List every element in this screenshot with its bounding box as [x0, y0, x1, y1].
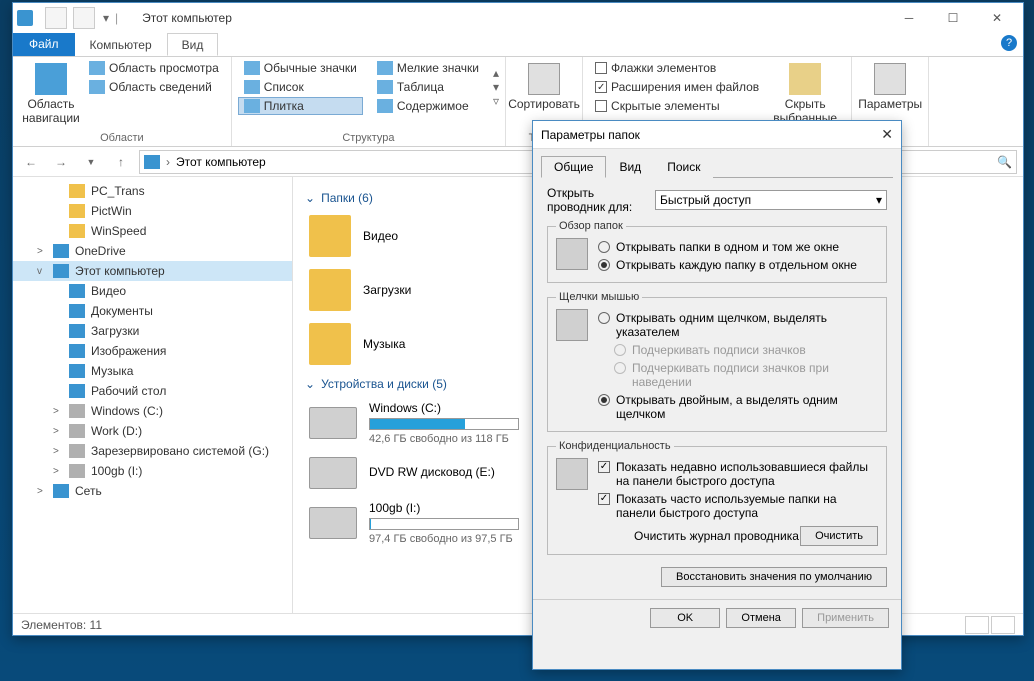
tree-item[interactable]: vЭтот компьютер [13, 261, 292, 281]
qat-btn-1[interactable] [45, 7, 67, 29]
recent-dropdown-icon[interactable]: ▼ [79, 150, 103, 174]
status-text: Элементов: 11 [21, 618, 102, 632]
tree-item[interactable]: >100gb (I:) [13, 461, 292, 481]
tree-item[interactable]: Документы [13, 301, 292, 321]
extensions-toggle[interactable]: Расширения имен файлов [589, 78, 765, 96]
options-button[interactable]: Параметры [858, 59, 922, 115]
check-recent-files[interactable]: Показать недавно использовавшиеся файлы … [594, 458, 878, 490]
layout-list[interactable]: Список [238, 78, 363, 96]
nav-pane-button[interactable]: Область навигации [19, 59, 83, 129]
tree-item[interactable]: WinSpeed [13, 221, 292, 241]
dialog-titlebar: Параметры папок ✕ [533, 121, 901, 149]
qat-dropdown-icon[interactable]: ▾ [103, 11, 109, 25]
details-pane-item[interactable]: Область сведений [83, 78, 225, 96]
restore-defaults-button[interactable]: Восстановить значения по умолчанию [661, 567, 887, 587]
radio-underline-always: Подчеркивать подписи значков [594, 341, 878, 359]
tab-view[interactable]: Вид [167, 33, 219, 56]
minimize-button[interactable]: ─ [887, 4, 931, 32]
privacy-group-icon [556, 458, 588, 490]
layout-scroll-down-icon[interactable]: ▾ [493, 80, 499, 94]
tree-item[interactable]: Загрузки [13, 321, 292, 341]
click-behavior-group: Щелчки мышью Открывать одним щелчком, вы… [547, 291, 887, 432]
folder-options-dialog: Параметры папок ✕ Общие Вид Поиск Открыт… [532, 120, 902, 670]
view-icons-button[interactable] [991, 616, 1015, 634]
titlebar: ▾ | Этот компьютер ─ ☐ ✕ [13, 3, 1023, 33]
hidden-toggle[interactable]: Скрытые элементы [589, 97, 765, 115]
options-icon [874, 63, 906, 95]
radio-double-click[interactable]: Открывать двойным, а выделять одним щелч… [594, 391, 878, 423]
maximize-button[interactable]: ☐ [931, 4, 975, 32]
radio-single-click[interactable]: Открывать одним щелчком, выделять указат… [594, 309, 878, 341]
layout-table[interactable]: Таблица [371, 78, 485, 96]
preview-pane-item[interactable]: Область просмотра [83, 59, 225, 77]
hide-selected-icon [789, 63, 821, 95]
sort-button[interactable]: Сортировать [512, 59, 576, 115]
click-group-icon [556, 309, 588, 341]
back-button[interactable]: ← [19, 150, 43, 174]
apply-button[interactable]: Применить [802, 608, 889, 628]
ribbon-tabs: Файл Компьютер Вид [13, 33, 1023, 57]
nav-tree[interactable]: PC_TransPictWinWinSpeed>OneDrivevЭтот ко… [13, 177, 293, 613]
layout-content[interactable]: Содержимое [371, 97, 485, 115]
check-frequent-folders[interactable]: Показать часто используемые папки на пан… [594, 490, 878, 522]
dialog-title: Параметры папок [541, 128, 640, 142]
tree-item[interactable]: Видео [13, 281, 292, 301]
tab-computer[interactable]: Компьютер [75, 33, 167, 56]
radio-new-window[interactable]: Открывать каждую папку в отдельном окне [594, 256, 878, 274]
tree-item[interactable]: Музыка [13, 361, 292, 381]
file-tab[interactable]: Файл [13, 33, 75, 56]
layout-normal-icons[interactable]: Обычные значки [238, 59, 363, 77]
tree-item[interactable]: >Зарезервировано системой (G:) [13, 441, 292, 461]
chevron-down-icon: ▾ [876, 193, 882, 207]
dialog-tab-general[interactable]: Общие [541, 156, 606, 178]
layout-small-icons[interactable]: Мелкие значки [371, 59, 485, 77]
layout-tiles[interactable]: Плитка [238, 97, 363, 115]
browse-group-icon [556, 238, 588, 270]
help-icon[interactable]: ? [1001, 35, 1017, 51]
ok-button[interactable]: OK [650, 608, 720, 628]
search-icon: 🔍 [997, 155, 1012, 169]
tree-item[interactable]: PC_Trans [13, 181, 292, 201]
group-label-panes: Области [19, 132, 225, 146]
window-title: Этот компьютер [142, 11, 232, 25]
dialog-tab-view[interactable]: Вид [606, 156, 654, 178]
tree-item[interactable]: Изображения [13, 341, 292, 361]
tree-item[interactable]: >Сеть [13, 481, 292, 501]
radio-underline-hover: Подчеркивать подписи значков при наведен… [594, 359, 878, 391]
layout-scroll-up-icon[interactable]: ▴ [493, 66, 499, 80]
tree-item[interactable]: Рабочий стол [13, 381, 292, 401]
tree-item[interactable]: >Work (D:) [13, 421, 292, 441]
close-button[interactable]: ✕ [975, 4, 1019, 32]
cancel-button[interactable]: Отмена [726, 608, 796, 628]
tree-item[interactable]: >OneDrive [13, 241, 292, 261]
sort-icon [528, 63, 560, 95]
layout-expand-icon[interactable]: ▿ [493, 94, 499, 108]
open-for-dropdown[interactable]: Быстрый доступ▾ [655, 190, 887, 210]
privacy-group: Конфиденциальность Показать недавно испо… [547, 440, 887, 555]
dialog-tabs: Общие Вид Поиск [541, 155, 893, 178]
group-label-layout: Структура [238, 132, 499, 146]
open-for-label: Открыть проводник для: [547, 186, 647, 214]
system-icon [17, 10, 33, 26]
dialog-tab-search[interactable]: Поиск [654, 156, 713, 178]
clear-history-label: Очистить журнал проводника [634, 529, 799, 543]
preview-pane-icon [89, 61, 105, 75]
clear-button[interactable]: Очистить [800, 526, 878, 546]
forward-button[interactable]: → [49, 150, 73, 174]
qat-btn-2[interactable] [73, 7, 95, 29]
view-details-button[interactable] [965, 616, 989, 634]
nav-pane-icon [35, 63, 67, 95]
details-pane-icon [89, 80, 105, 94]
tree-item[interactable]: PictWin [13, 201, 292, 221]
up-button[interactable]: ↑ [109, 150, 133, 174]
browse-folders-group: Обзор папок Открывать папки в одном и то… [547, 220, 887, 283]
checkboxes-toggle[interactable]: Флажки элементов [589, 59, 765, 77]
pc-icon [144, 155, 160, 169]
dialog-close-button[interactable]: ✕ [881, 126, 893, 143]
tree-item[interactable]: >Windows (C:) [13, 401, 292, 421]
radio-same-window[interactable]: Открывать папки в одном и том же окне [594, 238, 878, 256]
